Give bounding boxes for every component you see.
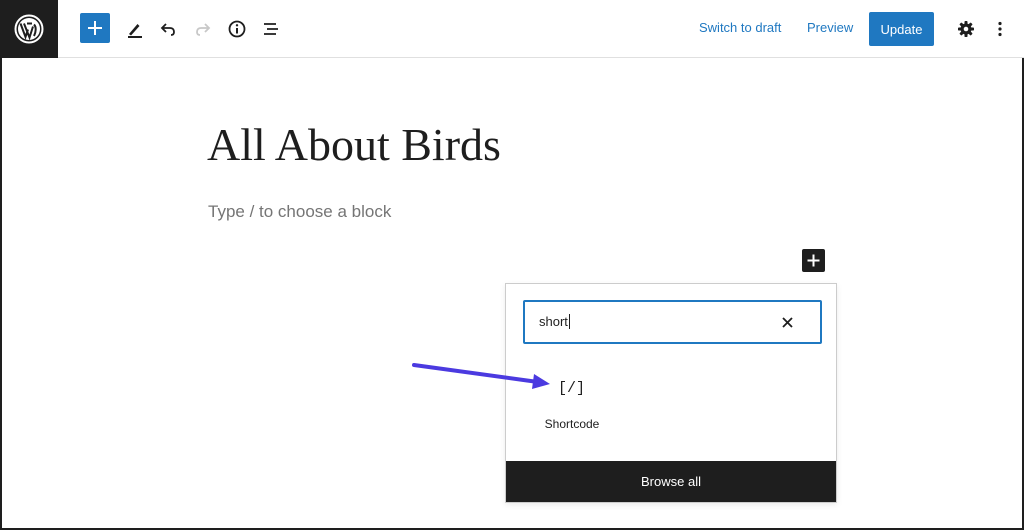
pencil-icon	[128, 24, 142, 38]
post-title[interactable]: All About Birds	[207, 118, 501, 171]
redo-icon	[196, 23, 211, 36]
tools-button[interactable]	[119, 13, 151, 45]
switch-to-draft-button[interactable]: Switch to draft	[699, 20, 781, 35]
shortcode-icon: [/]	[558, 380, 586, 397]
browse-all-button[interactable]: Browse all	[506, 461, 836, 502]
clear-search-button[interactable]	[778, 313, 796, 331]
update-button[interactable]: Update	[869, 12, 934, 46]
settings-button[interactable]	[950, 13, 982, 45]
add-block-button[interactable]	[80, 13, 110, 43]
block-placeholder[interactable]: Type / to choose a block	[208, 202, 391, 222]
list-view-icon	[264, 23, 278, 35]
details-button[interactable]	[221, 13, 253, 45]
settings-icon	[958, 21, 974, 37]
search-value: short	[539, 314, 570, 329]
more-options-icon	[998, 21, 1002, 37]
wordpress-logo[interactable]	[0, 0, 58, 58]
undo-icon	[160, 23, 175, 36]
annotation-arrow	[412, 363, 550, 389]
preview-button[interactable]: Preview	[807, 20, 853, 35]
redo-button[interactable]	[187, 13, 219, 45]
plus-icon	[807, 254, 820, 267]
info-icon	[228, 20, 246, 38]
more-options-button[interactable]	[984, 13, 1016, 45]
close-icon	[781, 316, 793, 328]
wordpress-icon	[14, 14, 44, 44]
block-search-input[interactable]: short	[523, 300, 822, 344]
block-option-label: Shortcode	[544, 417, 600, 431]
editor-header: Switch to draft Preview Update	[0, 0, 1024, 58]
undo-button[interactable]	[152, 13, 184, 45]
plus-icon	[88, 21, 102, 35]
list-view-button[interactable]	[255, 13, 287, 45]
block-inserter-toggle[interactable]	[802, 249, 825, 272]
